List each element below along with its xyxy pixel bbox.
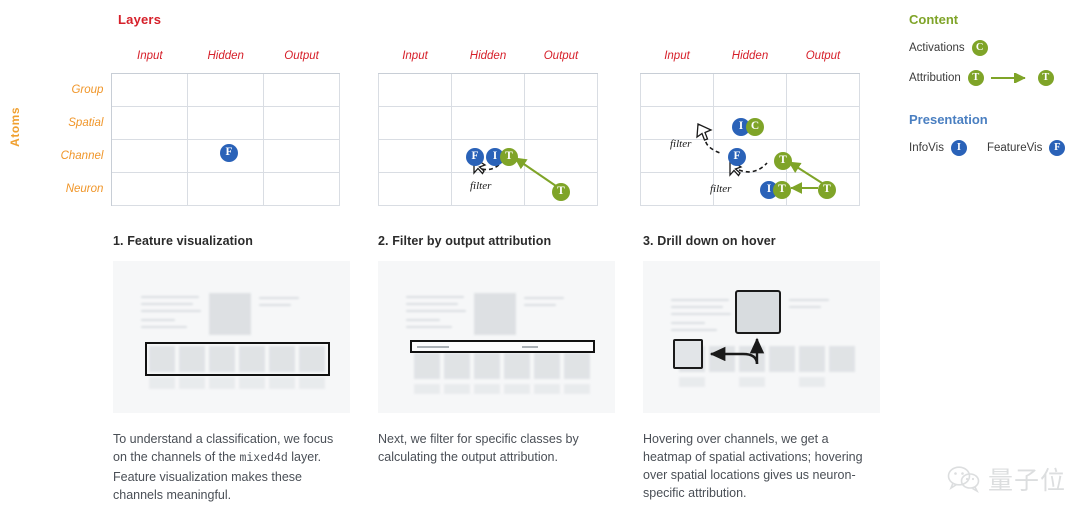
panel-1-thumbnail: [113, 261, 350, 413]
grid1-row-spatial: Spatial: [40, 106, 113, 139]
grid1-cell-output-neuron: [263, 171, 340, 206]
panel-3-arrow-left: [709, 346, 759, 365]
panel-2-mock-ui: [378, 261, 615, 413]
panel-1-heading: 1. Feature visualization: [113, 234, 253, 248]
grid3-cell-output-channel: [786, 138, 860, 173]
grid2-cell-hidden-neuron: [451, 171, 525, 206]
grid1-cell-input-neuron: [111, 171, 189, 206]
matrix-grid-2: Input Hidden Output F I T T filter: [378, 40, 598, 206]
grid1-cell-input-group: [111, 72, 189, 107]
grid3-cell-hidden-group: [713, 72, 787, 107]
matrix-grid-3: Input Hidden Output I C F T I T T filter…: [640, 40, 860, 206]
grid2-cell-output-group: [524, 72, 598, 107]
grid3-col-hidden: Hidden: [713, 40, 787, 74]
panel-1-caption: To understand a classification, we focus…: [113, 430, 350, 504]
watermark: 量子位: [947, 461, 1066, 497]
grid3-cell-input-group: [640, 72, 714, 107]
legend-arrow: [990, 73, 1031, 83]
grid1-col-hidden: Hidden: [187, 40, 264, 74]
panel-2-caption: Next, we filter for specific classes by …: [378, 430, 615, 468]
matrix-grid-1: Input Hidden Output Group Spatial Channe…: [40, 40, 340, 206]
grid2-cell-output-neuron: [524, 171, 598, 206]
legend-panel: Content Activations C Attribution T T Pr…: [909, 12, 1079, 156]
legend-row-activations: Activations C: [909, 40, 1079, 56]
legend-label-activations: Activations: [909, 42, 965, 54]
legend-label-featurevis: FeatureVis: [986, 142, 1043, 154]
grid3-cell-output-spatial: [786, 105, 860, 140]
grid3-cell-output-group: [786, 72, 860, 107]
legend-row-presentation: InfoVis I FeatureVis F: [909, 140, 1079, 156]
panel-2-filter-strip: [410, 340, 595, 353]
grid2-cell-input-spatial: [378, 105, 452, 140]
wechat-icon: [947, 466, 980, 493]
grid2-cell-hidden-spatial: [451, 105, 525, 140]
grid1-cell-hidden-group: [187, 72, 265, 107]
grid2-col-output: Output: [524, 40, 598, 74]
grid3-cell-input-channel: [640, 138, 714, 173]
panel-3-heading: 3. Drill down on hover: [643, 234, 776, 248]
badge-activations-legend: C: [971, 40, 988, 56]
grid2-cell-input-channel: [378, 138, 452, 173]
grid3-cell-input-neuron: [640, 171, 714, 206]
badge-infovis-legend: I: [950, 140, 967, 156]
grid2-cell-input-group: [378, 72, 452, 107]
grid1-cell-output-group: [263, 72, 340, 107]
legend-label-infovis: InfoVis: [909, 142, 944, 154]
legend-item-infovis: InfoVis I: [909, 140, 967, 156]
grid2-cell-input-neuron: [378, 171, 452, 206]
grid1-col-input: Input: [111, 40, 188, 74]
grid2-col-hidden: Hidden: [451, 40, 525, 74]
step-panel-2: 2. Filter by output attribution Next, we…: [378, 234, 615, 468]
grid1-cell-hidden-channel: [187, 138, 265, 173]
panel-3-arrow-svg: [709, 337, 765, 365]
panel-2-caption-pre: Next, we filter for specific classes by …: [378, 432, 579, 465]
grid2-col-input: Input: [378, 40, 452, 74]
panel-3-caption-pre: Hovering over channels, we get a heatmap…: [643, 432, 863, 501]
grid3-col-input: Input: [640, 40, 714, 74]
panel-2-thumbnail: [378, 261, 615, 413]
grid1-cell-input-channel: [111, 138, 189, 173]
grid2-cell-output-spatial: [524, 105, 598, 140]
grid3-cell-hidden-neuron: [713, 171, 787, 206]
axis-label-atoms: Atoms: [8, 107, 22, 147]
step-panel-3: 3. Drill down on hover Hovering over cha…: [643, 234, 880, 504]
grid3-cell-hidden-channel: [713, 138, 787, 173]
grid1-row-neuron: Neuron: [40, 172, 113, 205]
grid1-col-output: Output: [263, 40, 340, 74]
grid2-cell-hidden-channel: [451, 138, 525, 173]
grid1-cell-hidden-spatial: [187, 105, 265, 140]
step-panel-1: 1. Feature visualization To understand a…: [113, 234, 350, 504]
legend-row-attribution: Attribution T T: [909, 70, 1079, 86]
page-title-layers: Layers: [118, 12, 162, 27]
badge-attribution-to-legend: T: [1037, 70, 1054, 86]
grid1-cell-hidden-neuron: [187, 171, 265, 206]
legend-item-featurevis: FeatureVis F: [986, 140, 1066, 156]
badge-attribution-from-legend: T: [967, 70, 984, 86]
grid1-cell-input-spatial: [111, 105, 189, 140]
grid1-cell-output-spatial: [263, 105, 340, 140]
panel-1-mock-ui: [113, 261, 350, 413]
legend-heading-content: Content: [909, 12, 959, 27]
badge-featurevis-legend: F: [1049, 140, 1066, 156]
panel-3-caption: Hovering over channels, we get a heatmap…: [643, 430, 880, 504]
panel-3-thumbnail: [643, 261, 880, 413]
grid3-col-output: Output: [786, 40, 860, 74]
grid3-cell-input-spatial: [640, 105, 714, 140]
grid3-cell-output-neuron: [786, 171, 860, 206]
grid2-cell-output-channel: [524, 138, 598, 173]
legend-label-attribution: Attribution: [909, 72, 961, 84]
grid1-cell-output-channel: [263, 138, 340, 173]
panel-1-highlight-box: [145, 342, 330, 376]
panel-1-caption-code: mixed4d: [239, 452, 288, 466]
grid3-cell-hidden-spatial: [713, 105, 787, 140]
grid2-cell-hidden-group: [451, 72, 525, 107]
grid1-row-group: Group: [40, 73, 113, 106]
legend-heading-presentation: Presentation: [909, 112, 988, 127]
panel-2-heading: 2. Filter by output attribution: [378, 234, 552, 248]
page-root: Layers Atoms Input Hidden Output Group S…: [0, 0, 1080, 521]
watermark-text: 量子位: [987, 466, 1066, 495]
grid1-row-channel: Channel: [40, 139, 113, 172]
grid1-corner: [40, 40, 112, 73]
